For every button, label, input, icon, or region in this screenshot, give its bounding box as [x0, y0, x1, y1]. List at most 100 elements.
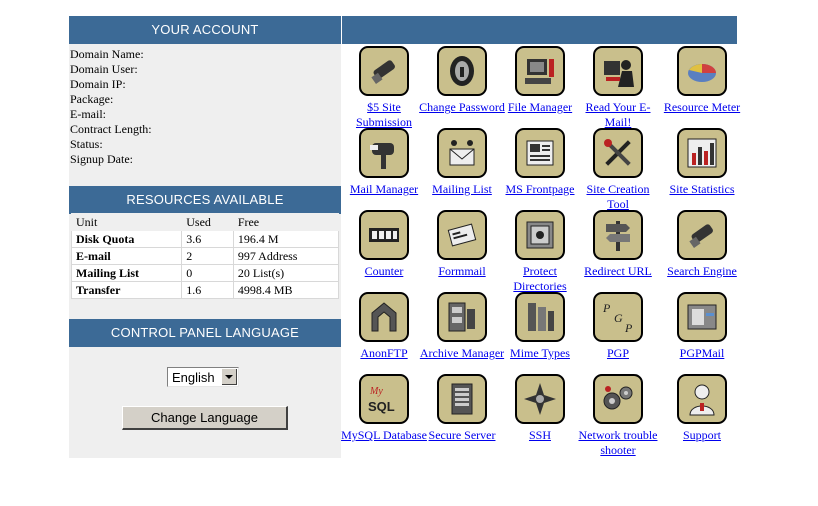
form-mail-icon — [437, 210, 487, 260]
column-unit: Unit — [70, 213, 183, 231]
row-unit: E-mail — [70, 247, 183, 265]
row-unit: Transfer — [70, 281, 183, 299]
account-info: Domain Name: Domain User: Domain IP: Pac… — [70, 47, 330, 167]
tool-label[interactable]: Site Statistics — [659, 182, 745, 197]
network-icon — [593, 374, 643, 424]
tool-network-troubleshooter[interactable]: Network trouble shooter — [575, 374, 661, 458]
tool-anonftp[interactable]: AnonFTP — [341, 292, 427, 361]
tool-label[interactable]: Redirect URL — [575, 264, 661, 279]
tool-site-submission[interactable]: $5 Site Submission — [341, 46, 427, 130]
tool-mail-manager[interactable]: Mail Manager — [341, 128, 427, 197]
tool-site-statistics[interactable]: Site Statistics — [659, 128, 745, 197]
flashlight-icon — [677, 210, 727, 260]
tool-pgpmail[interactable]: PGPMail — [659, 292, 745, 361]
tool-label[interactable]: MySQL Database — [341, 428, 427, 443]
tool-ms-frontpage[interactable]: MS Frontpage — [497, 128, 583, 197]
tool-label[interactable]: SSH — [497, 428, 583, 443]
pie-chart-icon — [677, 46, 727, 96]
tool-mailing-list[interactable]: Mailing List — [419, 128, 505, 197]
tool-label[interactable]: MS Frontpage — [497, 182, 583, 197]
tool-label[interactable]: Resource Meter — [659, 100, 745, 115]
tool-label[interactable]: PGP — [575, 346, 661, 361]
tool-change-password[interactable]: Change Password — [419, 46, 505, 115]
tool-label[interactable]: Secure Server — [419, 428, 505, 443]
pgp-mail-icon — [677, 292, 727, 342]
tool-label[interactable]: Formmail — [419, 264, 505, 279]
tool-label[interactable]: $5 Site Submission — [341, 100, 427, 130]
tool-redirect-url[interactable]: Redirect URL — [575, 210, 661, 279]
svg-text:P: P — [624, 321, 633, 335]
tool-label[interactable]: Mime Types — [497, 346, 583, 361]
pgp-icon: PGP — [593, 292, 643, 342]
tool-label[interactable]: Protect Directories — [497, 264, 583, 294]
svg-text:My: My — [369, 386, 383, 397]
row-free: 20 List(s) — [232, 264, 340, 282]
chevron-down-icon[interactable] — [222, 369, 237, 385]
tool-site-creation[interactable]: Site Creation Tool — [575, 128, 661, 212]
signpost-icon — [593, 210, 643, 260]
table-row: Transfer 1.6 4998.4 MB — [70, 281, 340, 299]
svg-text:P: P — [602, 301, 611, 315]
tool-mysql-database[interactable]: My SQL MySQL Database — [341, 374, 427, 443]
ftp-icon — [359, 292, 409, 342]
tool-file-manager[interactable]: File Manager — [497, 46, 583, 115]
tool-label[interactable]: Support — [659, 428, 745, 443]
archive-icon — [437, 292, 487, 342]
row-unit: Disk Quota — [70, 230, 183, 248]
domain-user-label: Domain User: — [70, 62, 138, 76]
tool-label[interactable]: File Manager — [497, 100, 583, 115]
left-panel: YOUR ACCOUNT Domain Name: Domain User: D… — [69, 16, 341, 458]
tool-mime-types[interactable]: Mime Types — [497, 292, 583, 361]
signup-date-label: Signup Date: — [70, 152, 133, 166]
tool-resource-meter[interactable]: Resource Meter — [659, 46, 745, 115]
tool-protect-directories[interactable]: Protect Directories — [497, 210, 583, 294]
email-label: E-mail: — [70, 107, 106, 121]
tool-label[interactable]: Search Engine — [659, 264, 745, 279]
tool-label[interactable]: Mail Manager — [341, 182, 427, 197]
tool-secure-server[interactable]: Secure Server — [419, 374, 505, 443]
tool-formmail[interactable]: Formmail — [419, 210, 505, 279]
row-used: 1.6 — [181, 281, 234, 299]
newspaper-icon — [515, 128, 565, 178]
mime-icon — [515, 292, 565, 342]
tool-search-engine[interactable]: Search Engine — [659, 210, 745, 279]
tool-label[interactable]: Read Your E-Mail! — [575, 100, 661, 130]
tool-read-email[interactable]: Read Your E-Mail! — [575, 46, 661, 130]
table-row: Mailing List 0 20 List(s) — [70, 264, 340, 282]
computer-icon — [515, 46, 565, 96]
tool-label[interactable]: Change Password — [419, 100, 505, 115]
bar-chart-icon — [677, 128, 727, 178]
domain-name-label: Domain Name: — [70, 47, 144, 61]
change-language-button[interactable]: Change Language — [122, 406, 288, 430]
language-header: CONTROL PANEL LANGUAGE — [69, 319, 341, 347]
tool-pgp[interactable]: PGP PGP — [575, 292, 661, 361]
tools-icon — [593, 128, 643, 178]
row-free: 997 Address — [232, 247, 340, 265]
tool-archive-manager[interactable]: Archive Manager — [419, 292, 505, 361]
tool-label[interactable]: Mailing List — [419, 182, 505, 197]
row-used: 0 — [181, 264, 234, 282]
tool-label[interactable]: PGPMail — [659, 346, 745, 361]
tool-label[interactable]: Network trouble shooter — [575, 428, 661, 458]
row-unit: Mailing List — [70, 264, 183, 282]
language-select-value: English — [172, 370, 215, 385]
counter-icon — [359, 210, 409, 260]
language-select[interactable]: English — [167, 367, 239, 387]
tool-label[interactable]: Counter — [341, 264, 427, 279]
tool-label[interactable]: Site Creation Tool — [575, 182, 661, 212]
svg-text:SQL: SQL — [368, 399, 395, 414]
mailing-list-icon — [437, 128, 487, 178]
safe-icon — [515, 210, 565, 260]
flashlight-icon — [359, 46, 409, 96]
tool-support[interactable]: Support — [659, 374, 745, 443]
tools-header-bar — [342, 16, 737, 44]
svg-text:G: G — [614, 311, 623, 325]
contract-length-label: Contract Length: — [70, 122, 152, 136]
tool-label[interactable]: AnonFTP — [341, 346, 427, 361]
domain-ip-label: Domain IP: — [70, 77, 126, 91]
server-icon — [437, 374, 487, 424]
tool-counter[interactable]: Counter — [341, 210, 427, 279]
tool-ssh[interactable]: SSH — [497, 374, 583, 443]
tool-label[interactable]: Archive Manager — [419, 346, 505, 361]
row-free: 196.4 M — [232, 230, 340, 248]
